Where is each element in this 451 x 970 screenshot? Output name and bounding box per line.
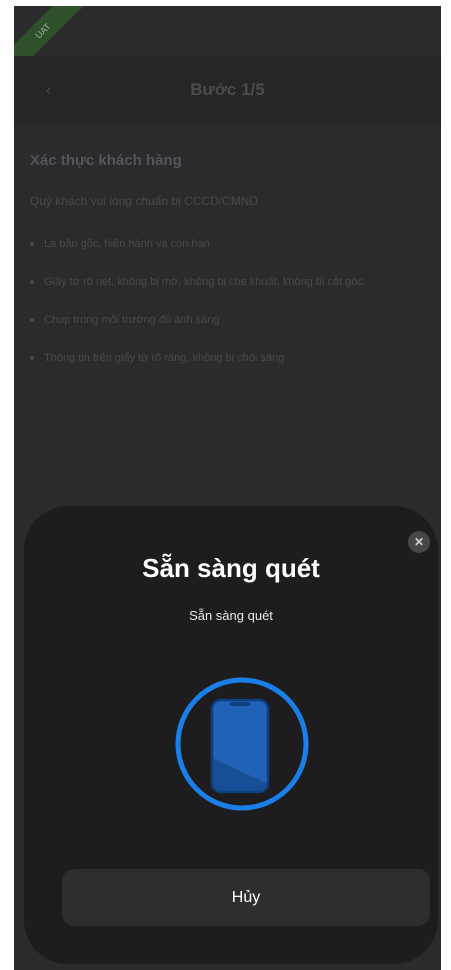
scan-sheet: ✕ Sẵn sàng quét Sẵn sàng quét Hủy	[24, 506, 438, 964]
section-description: Quý khách vui lòng chuẩn bị CCCD/CMND	[30, 194, 259, 208]
section-title: Xác thực khách hàng	[30, 152, 182, 169]
close-icon[interactable]: ✕	[408, 531, 430, 553]
list-item: Là bản gốc, hiện hành và còn hạn	[26, 234, 426, 254]
cancel-button[interactable]: Hủy	[62, 869, 430, 926]
page-title: Bước 1/5	[190, 80, 265, 99]
list-item: Giấy tờ rõ nét, không bị mờ, không bị ch…	[26, 272, 426, 292]
nfc-phone-scan-icon	[175, 677, 309, 811]
list-item: Thông tin trên giấy tờ rõ ràng, không bị…	[26, 348, 426, 368]
sheet-subtitle: Sẵn sàng quét	[189, 608, 273, 623]
nav-bar: ‹ Bước 1/5	[14, 56, 441, 124]
list-item: Chụp trong môi trường đủ ánh sáng	[26, 310, 426, 330]
sheet-title: Sẵn sàng quét	[142, 553, 320, 583]
requirements-list: Là bản gốc, hiện hành và còn hạn Giấy tờ…	[26, 234, 426, 386]
app-screen: UAT ‹ Bước 1/5 Xác thực khách hàng Quý k…	[14, 6, 441, 970]
